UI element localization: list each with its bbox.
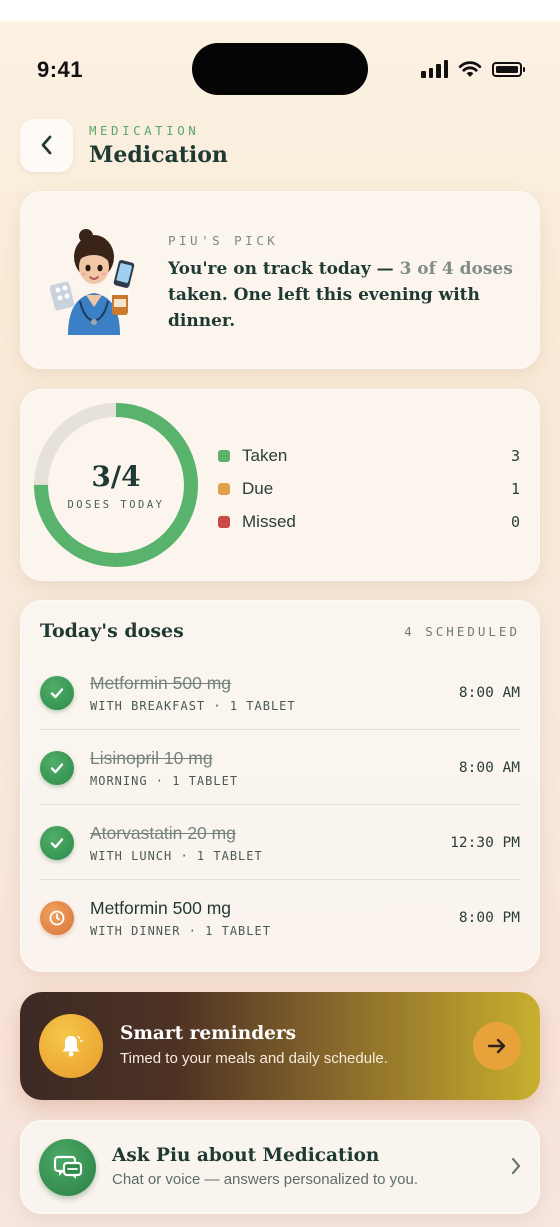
doses-title: Today's doses (40, 620, 184, 642)
wifi-icon (458, 61, 482, 77)
legend-count: 1 (510, 479, 520, 498)
dose-row[interactable]: Metformin 500 mg WITH DINNER · 1 TABLET … (40, 881, 520, 955)
status-time: 9:41 (37, 57, 84, 82)
dose-time: 8:00 AM (458, 684, 520, 701)
ask-piu-card[interactable]: Ask Piu about Medication Chat or voice —… (20, 1120, 540, 1214)
check-icon[interactable] (40, 750, 74, 785)
check-icon[interactable] (40, 675, 74, 710)
battery-icon (492, 61, 525, 77)
dose-time: 8:00 AM (458, 759, 520, 776)
dose-detail: MORNING · 1 TABLET (90, 773, 239, 788)
bell-icon (39, 1014, 103, 1078)
chat-icon (39, 1139, 96, 1196)
dose-time: 12:30 PM (450, 834, 520, 851)
legend-dot-due (218, 482, 230, 495)
legend-taken: Taken 3 (218, 439, 520, 472)
legend-count: 3 (510, 446, 520, 465)
pick-message-main: You're on track today — (168, 259, 400, 279)
dose-summary-card: 3/4 DOSES TODAY Taken 3 Due 1 Missed 0 (20, 389, 540, 581)
dose-name: Metformin 500 mg (90, 898, 232, 918)
doses-scheduled-count: 4 SCHEDULED (404, 623, 520, 639)
dose-detail: WITH LUNCH · 1 TABLET (90, 848, 263, 863)
ask-title: Ask Piu about Medication (112, 1145, 380, 1166)
status-bar: 9:41 (0, 20, 560, 102)
doses-ratio: 3/4 (91, 459, 141, 493)
smart-reminders-card[interactable]: Smart reminders Timed to your meals and … (20, 992, 540, 1100)
pick-label: PIU'S PICK (168, 233, 279, 248)
pick-message: You're on track today — 3 of 4 doses tak… (168, 256, 528, 334)
legend-missed: Missed 0 (218, 505, 520, 538)
legend-label: Taken (242, 445, 288, 465)
legend-label: Due (242, 478, 274, 498)
legend-label: Missed (242, 511, 296, 531)
dose-row[interactable]: Lisinopril 10 mg MORNING · 1 TABLET 8:00… (40, 731, 520, 805)
chevron-left-icon (41, 135, 51, 155)
dynamic-island (192, 43, 368, 95)
page-header: MEDICATION Medication (20, 118, 228, 172)
dose-name: Lisinopril 10 mg (90, 747, 213, 768)
cellular-signal-icon (421, 60, 448, 78)
legend-dot-taken (218, 449, 230, 462)
dose-name: Atorvastatin 20 mg (90, 822, 236, 843)
chevron-right-icon (511, 1157, 521, 1175)
dose-row[interactable]: Atorvastatin 20 mg WITH LUNCH · 1 TABLET… (40, 806, 520, 880)
reminders-subtitle: Timed to your meals and daily schedule. (120, 1050, 388, 1067)
pick-message-highlight: 3 of 4 doses (399, 259, 513, 279)
dose-detail: WITH DINNER · 1 TABLET (90, 924, 271, 938)
pick-message-rest: taken. One left this evening with dinner… (168, 285, 480, 331)
dose-name: Metformin 500 mg (90, 672, 232, 693)
arrow-right-icon (487, 1038, 506, 1054)
page-eyebrow: MEDICATION (89, 122, 200, 138)
piu-pick-card: PIU'S PICK You're on track today — 3 of … (20, 191, 540, 369)
check-icon[interactable] (40, 825, 74, 860)
arrow-right-button[interactable] (473, 1022, 521, 1070)
todays-doses-card: Today's doses 4 SCHEDULED Metformin 500 … (20, 600, 540, 972)
legend-due: Due 1 (218, 472, 520, 505)
dose-time: 8:00 PM (458, 910, 520, 926)
system-icons (421, 60, 525, 78)
dose-row[interactable]: Metformin 500 mg WITH BREAKFAST · 1 TABL… (40, 656, 520, 730)
nurse-avatar-illustration (50, 229, 135, 335)
legend-count: 0 (510, 512, 520, 531)
doses-caption: DOSES TODAY (67, 498, 165, 511)
dose-detail: WITH BREAKFAST · 1 TABLET (90, 698, 296, 713)
page-title: Medication (89, 141, 228, 168)
ask-subtitle: Chat or voice — answers personalized to … (112, 1171, 418, 1188)
legend-dot-missed (218, 515, 230, 528)
reminders-title: Smart reminders (120, 1023, 297, 1044)
back-button[interactable] (20, 118, 73, 172)
clock-icon[interactable] (40, 901, 74, 935)
dose-legend: Taken 3 Due 1 Missed 0 (218, 439, 520, 538)
